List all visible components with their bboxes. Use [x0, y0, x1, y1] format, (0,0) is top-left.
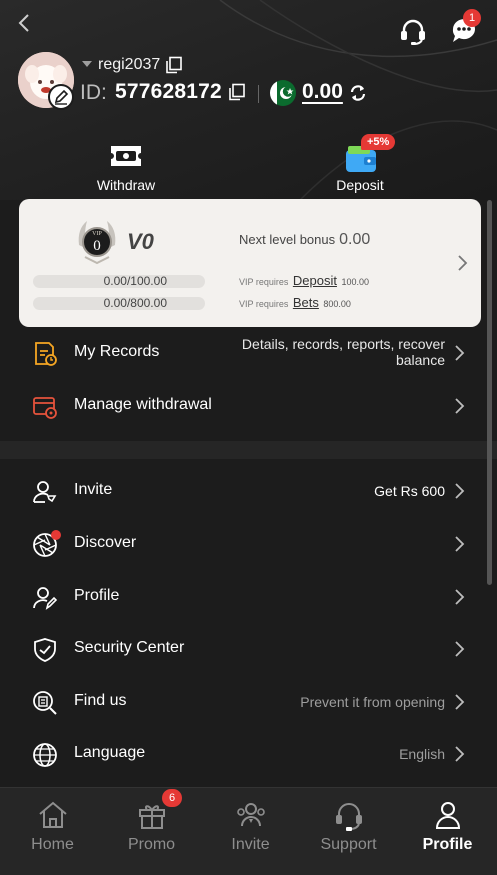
id-label: ID: [80, 81, 107, 104]
scrollbar[interactable] [487, 200, 492, 585]
bets-progress-text: 0.00/800.00 [103, 296, 167, 310]
nav-support[interactable]: Support [299, 788, 398, 875]
deposit-progress-bar: 0.00/100.00 [33, 275, 205, 288]
menu-item-label: Invite [74, 481, 113, 498]
vip-emblem-icon: VIP 0 [71, 215, 123, 267]
menu-item-label: My Records [74, 343, 160, 360]
edit-icon[interactable] [48, 84, 74, 110]
user-icon [431, 798, 465, 832]
next-level-bonus-label: Next level bonus [239, 232, 336, 247]
vip-card[interactable]: VIP 0 V0 Next level bonus 0.00 0.00/100.0… [19, 199, 481, 327]
chevron-right-icon [452, 588, 466, 606]
nav-home[interactable]: Home [3, 788, 102, 875]
current-language: English [399, 746, 445, 762]
caret-down-icon[interactable] [82, 60, 92, 68]
menu-item-my-records[interactable]: My Records Details, records, reports, re… [0, 328, 497, 378]
records-description-line2: balance [395, 352, 445, 368]
menu-item-label: Language [74, 744, 146, 761]
withdraw-icon [106, 140, 146, 176]
withdrawal-settings-icon [31, 393, 59, 421]
nav-label: Profile [422, 836, 473, 853]
promo-badge: 6 [162, 789, 182, 807]
invite-user-icon [31, 478, 59, 506]
chevron-right-icon[interactable] [455, 254, 469, 272]
team-icon [234, 798, 268, 832]
vip-level: V0 [127, 229, 154, 254]
messages-badge: 1 [463, 9, 481, 27]
chevron-right-icon [452, 397, 466, 415]
deposit-button[interactable]: Deposit [300, 140, 420, 196]
bets-requirement: VIP requires Bets 800.00 [239, 295, 351, 310]
menu-item-invite[interactable]: Invite Get Rs 600 [0, 466, 497, 516]
copy-id-icon[interactable] [228, 83, 246, 101]
menu-item-profile[interactable]: Profile [0, 572, 497, 622]
deposit-requirement: VIP requires Deposit 100.00 [239, 273, 369, 288]
records-description-line1: Details, records, reports, recover [241, 336, 445, 352]
chevron-right-icon [452, 693, 466, 711]
profile-screen: 1 regi2037 ID: 577628172 0.00 Withdraw D… [0, 0, 497, 875]
copy-icon[interactable] [165, 56, 183, 74]
user-id: 577628172 [115, 80, 222, 103]
next-level-bonus-value: 0.00 [339, 231, 371, 248]
deposit-label: Deposit [336, 177, 384, 193]
requirement-prefix: VIP requires [239, 299, 289, 309]
chevron-right-icon [452, 482, 466, 500]
menu-item-label: Security Center [74, 639, 185, 656]
menu-item-language[interactable]: Language English [0, 729, 497, 779]
chevron-right-icon [452, 640, 466, 658]
withdraw-button[interactable]: Withdraw [66, 140, 186, 196]
balance-value[interactable]: 0.00 [302, 80, 343, 104]
menu-item-find-us[interactable]: Find us Prevent it from opening [0, 677, 497, 727]
menu-item-security-center[interactable]: Security Center [0, 624, 497, 674]
nav-promo[interactable]: Promo [102, 788, 201, 875]
nav-invite[interactable]: Invite [201, 788, 300, 875]
chevron-right-icon [452, 745, 466, 763]
menu-item-label: Manage withdrawal [74, 396, 212, 413]
headset-icon [332, 798, 366, 832]
withdraw-label: Withdraw [96, 177, 156, 193]
refresh-icon[interactable] [348, 83, 368, 103]
menu-item-manage-withdrawal[interactable]: Manage withdrawal [0, 381, 497, 431]
records-icon [31, 340, 59, 368]
section-divider [0, 441, 497, 459]
headset-icon[interactable] [398, 16, 428, 46]
find-us-hint: Prevent it from opening [300, 694, 445, 710]
menu-item-label: Find us [74, 692, 127, 709]
bets-link[interactable]: Bets [293, 295, 319, 310]
discover-notification-dot [51, 530, 61, 540]
home-icon [36, 798, 70, 832]
deposit-link[interactable]: Deposit [293, 273, 337, 288]
chevron-left-icon[interactable] [14, 12, 34, 34]
shield-check-icon [31, 636, 59, 664]
bottom-nav: Home Promo Invite Support Profile [0, 787, 497, 875]
requirement-prefix: VIP requires [239, 277, 289, 287]
username: regi2037 [98, 56, 161, 73]
deposit-bonus-badge: +5% [361, 134, 396, 150]
bets-progress-bar: 0.00/800.00 [33, 297, 205, 310]
vip-emblem-number: 0 [93, 238, 101, 254]
invite-reward: Get Rs 600 [374, 483, 445, 499]
divider [258, 85, 259, 103]
records-description: Details, records, reports, recover balan… [225, 336, 445, 368]
chevron-right-icon [452, 344, 466, 362]
next-level-bonus: Next level bonus 0.00 [239, 231, 370, 249]
chevron-right-icon [452, 535, 466, 553]
nav-label: Promo [127, 836, 176, 853]
bets-required-amount: 800.00 [323, 299, 351, 309]
pakistan-flag-icon [270, 80, 296, 106]
nav-label: Invite [231, 836, 270, 853]
nav-profile[interactable]: Profile [398, 788, 497, 875]
globe-icon [31, 741, 59, 769]
menu-item-label: Profile [74, 587, 120, 604]
user-edit-icon [31, 584, 59, 612]
menu-item-discover[interactable]: Discover [0, 519, 497, 569]
vip-emblem-text: VIP [92, 231, 102, 237]
search-document-icon [31, 689, 59, 717]
nav-label: Home [31, 836, 74, 853]
nav-label: Support [320, 836, 377, 853]
deposit-progress-text: 0.00/100.00 [103, 274, 167, 288]
menu-item-label: Discover [74, 534, 137, 551]
deposit-required-amount: 100.00 [341, 277, 369, 287]
